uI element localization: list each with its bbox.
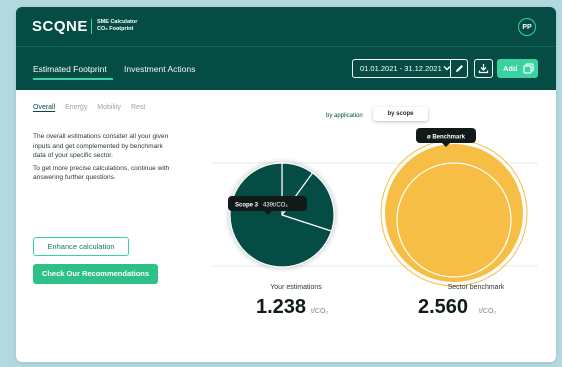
estimation-label: Your estimations bbox=[270, 284, 322, 291]
tooltip-label: Scope 3 bbox=[235, 203, 259, 209]
pie-chart bbox=[229, 162, 335, 268]
tooltip-value: 439t/CO₂ bbox=[263, 203, 288, 209]
benchmark-tooltip: ø Benchmark bbox=[416, 128, 476, 147]
benchmark-circle bbox=[385, 144, 523, 282]
benchmark-tooltip-label: ø Benchmark bbox=[427, 135, 466, 141]
estimation-value: 1.238 bbox=[256, 296, 307, 318]
benchmark-value: 2.560 bbox=[418, 296, 469, 318]
estimation-unit: t/CO₂ bbox=[311, 308, 329, 315]
app-window: SCQNE SME Calculator CO₂ Footprint PP Es… bbox=[16, 7, 556, 362]
benchmark-unit: t/CO₂ bbox=[479, 308, 497, 315]
benchmark-label: Sector benchmark bbox=[447, 284, 505, 291]
